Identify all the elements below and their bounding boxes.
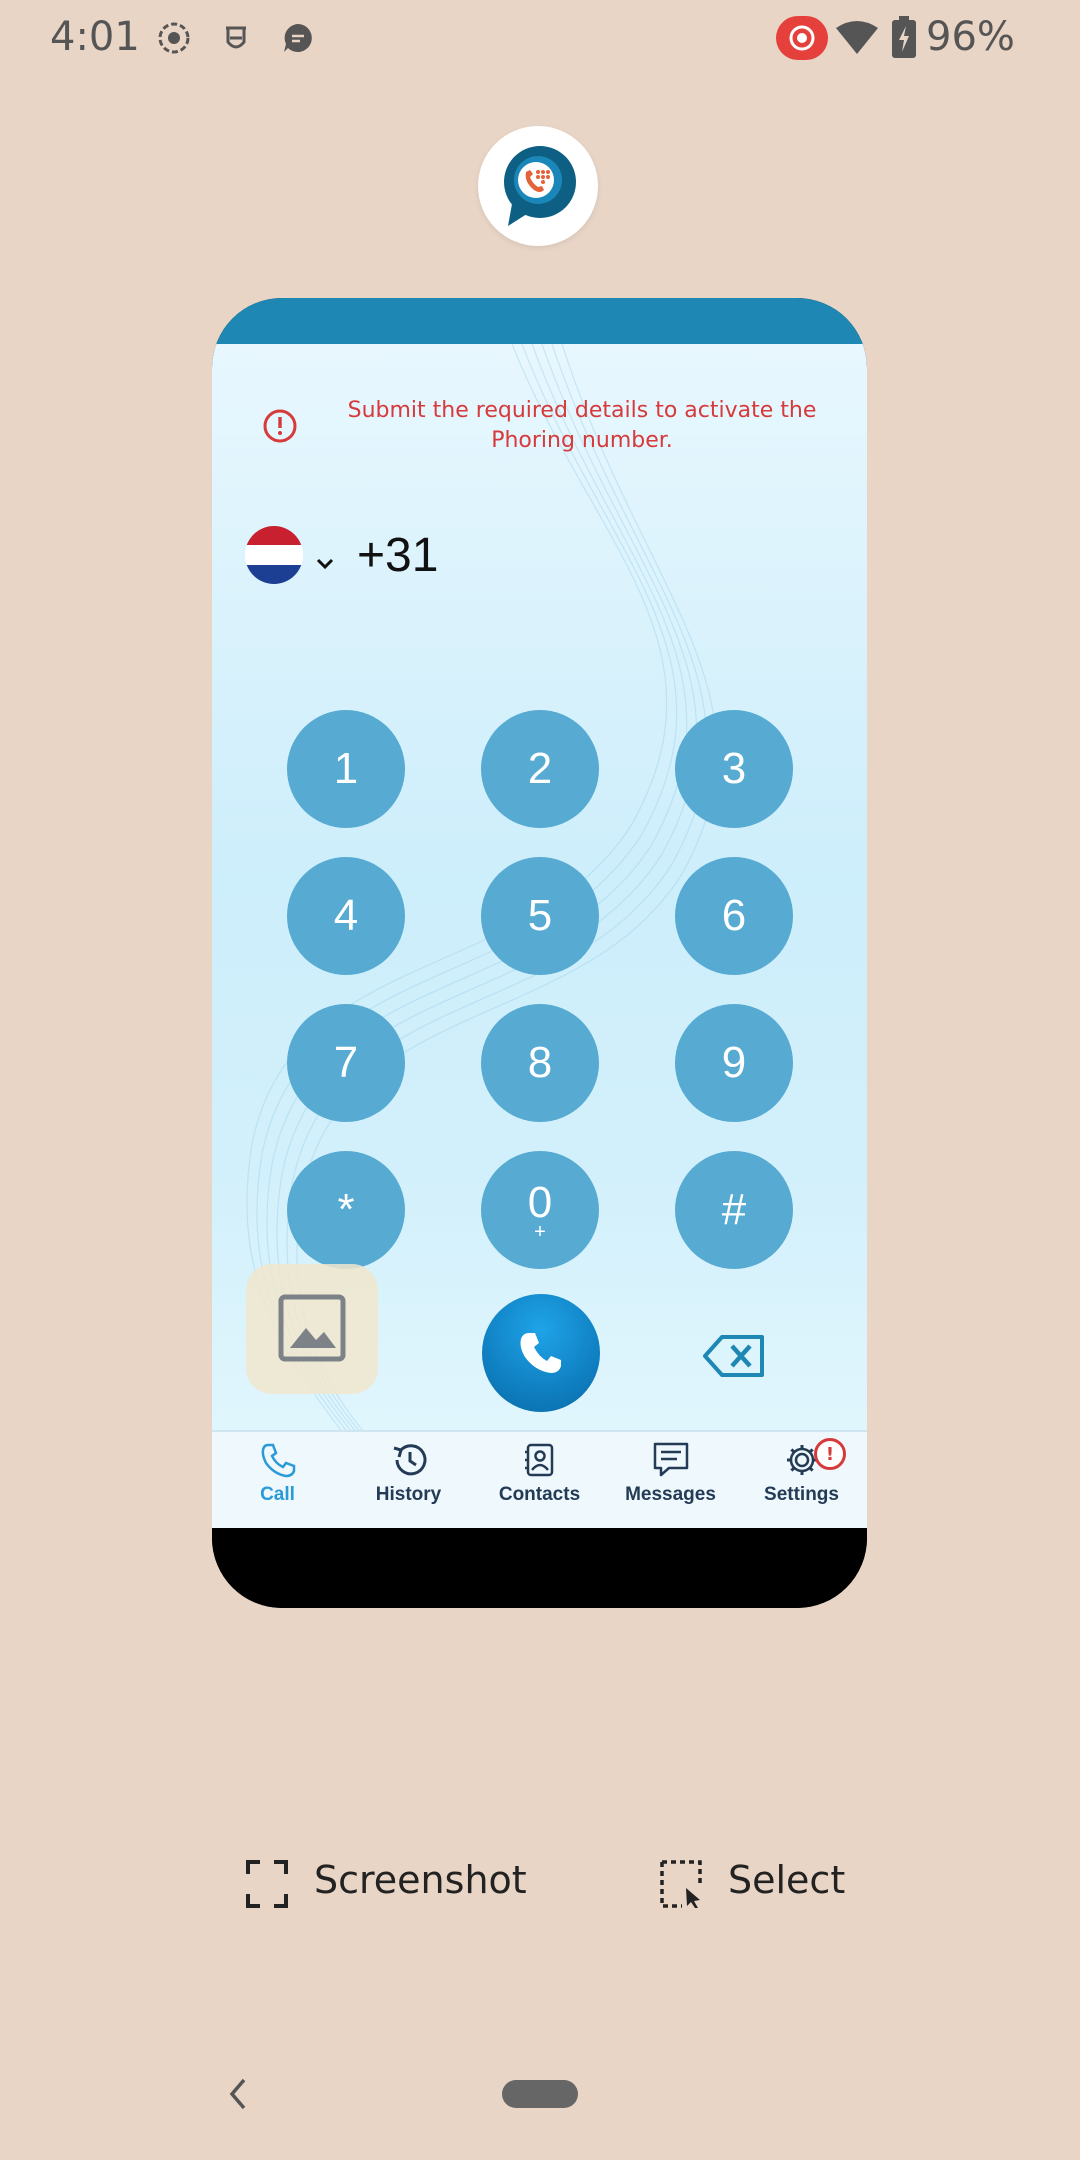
battery-charging-icon xyxy=(892,16,916,58)
tab-label: Contacts xyxy=(498,1484,581,1505)
key-3[interactable]: 3 xyxy=(675,710,793,828)
dial-code: +31 xyxy=(357,529,439,582)
status-time: 4:01 xyxy=(50,14,140,60)
tab-label: Call xyxy=(260,1484,295,1505)
key-label: 5 xyxy=(527,891,553,940)
cast-record-icon xyxy=(776,16,828,60)
key-6[interactable]: 6 xyxy=(675,857,793,975)
alert-circle-icon xyxy=(263,409,297,443)
key-1[interactable]: 1 xyxy=(287,710,405,828)
screenshot-icon xyxy=(246,1860,288,1908)
image-button[interactable] xyxy=(246,1264,378,1394)
key-star[interactable]: * xyxy=(287,1151,405,1269)
dialer-screen: Submit the required details to activate … xyxy=(212,344,867,1528)
alert-message: Submit the required details to activate … xyxy=(347,398,817,453)
app-header-bar xyxy=(212,298,867,344)
image-icon xyxy=(278,1294,346,1362)
key-9[interactable]: 9 xyxy=(675,1004,793,1122)
phone-icon xyxy=(520,1333,561,1373)
wifi-icon xyxy=(836,21,878,54)
key-label: 2 xyxy=(527,744,553,793)
screenshot-preview[interactable]: Submit the required details to activate … xyxy=(212,298,867,1608)
key-label: 6 xyxy=(721,891,747,940)
key-0[interactable]: 0 + xyxy=(481,1151,599,1269)
preview-bottom-bar xyxy=(212,1528,867,1608)
key-label: 3 xyxy=(721,744,747,793)
contacts-icon xyxy=(525,1443,554,1477)
tab-contacts[interactable]: Contacts xyxy=(474,1432,605,1528)
key-label: 7 xyxy=(333,1038,359,1087)
back-icon[interactable] xyxy=(226,2076,250,2112)
select-label: Select xyxy=(728,1858,846,1902)
screenshot-button[interactable]: Screenshot xyxy=(246,1852,546,1912)
chat-bubble-icon xyxy=(284,24,312,52)
key-sublabel: + xyxy=(534,1221,546,1243)
key-label: # xyxy=(721,1185,747,1234)
call-button[interactable] xyxy=(482,1294,600,1412)
tab-label: Messages xyxy=(625,1484,716,1505)
netherlands-flag-icon xyxy=(245,526,303,584)
key-label: 1 xyxy=(333,744,359,793)
tab-history[interactable]: History xyxy=(343,1432,474,1528)
select-icon xyxy=(660,1860,702,1908)
chevron-down-icon xyxy=(316,558,334,570)
bottom-tab-bar: Call History Contacts Messages ! Setting… xyxy=(212,1430,867,1528)
phoring-logo-icon xyxy=(504,146,576,226)
history-icon xyxy=(393,1444,427,1476)
home-pill[interactable] xyxy=(502,2080,578,2108)
key-label: 9 xyxy=(721,1038,747,1087)
tab-label: Settings xyxy=(764,1484,839,1505)
key-5[interactable]: 5 xyxy=(481,857,599,975)
screenshot-label: Screenshot xyxy=(314,1858,527,1902)
select-button[interactable]: Select xyxy=(660,1852,880,1912)
key-8[interactable]: 8 xyxy=(481,1004,599,1122)
key-hash[interactable]: # xyxy=(675,1151,793,1269)
key-4[interactable]: 4 xyxy=(287,857,405,975)
phone-icon xyxy=(261,1443,296,1478)
status-bar: 4:01 96% xyxy=(0,0,1080,80)
tab-messages[interactable]: Messages xyxy=(605,1432,736,1528)
key-7[interactable]: 7 xyxy=(287,1004,405,1122)
key-label: 8 xyxy=(527,1038,553,1087)
activation-alert[interactable]: Submit the required details to activate … xyxy=(262,396,842,466)
screen-record-icon xyxy=(158,22,190,54)
battery-percent: 96% xyxy=(926,14,1015,60)
tab-call[interactable]: Call xyxy=(212,1432,343,1528)
messages-icon xyxy=(653,1442,689,1477)
key-label: * xyxy=(337,1185,355,1234)
key-2[interactable]: 2 xyxy=(481,710,599,828)
tab-settings[interactable]: ! Settings xyxy=(736,1432,867,1528)
face-icon xyxy=(226,26,246,49)
settings-alert-badge: ! xyxy=(814,1438,846,1470)
tab-label: History xyxy=(375,1484,442,1505)
country-selector[interactable]: +31 xyxy=(245,526,445,586)
backspace-icon[interactable] xyxy=(702,1334,766,1378)
key-label: 4 xyxy=(333,891,359,940)
app-logo xyxy=(478,126,598,246)
